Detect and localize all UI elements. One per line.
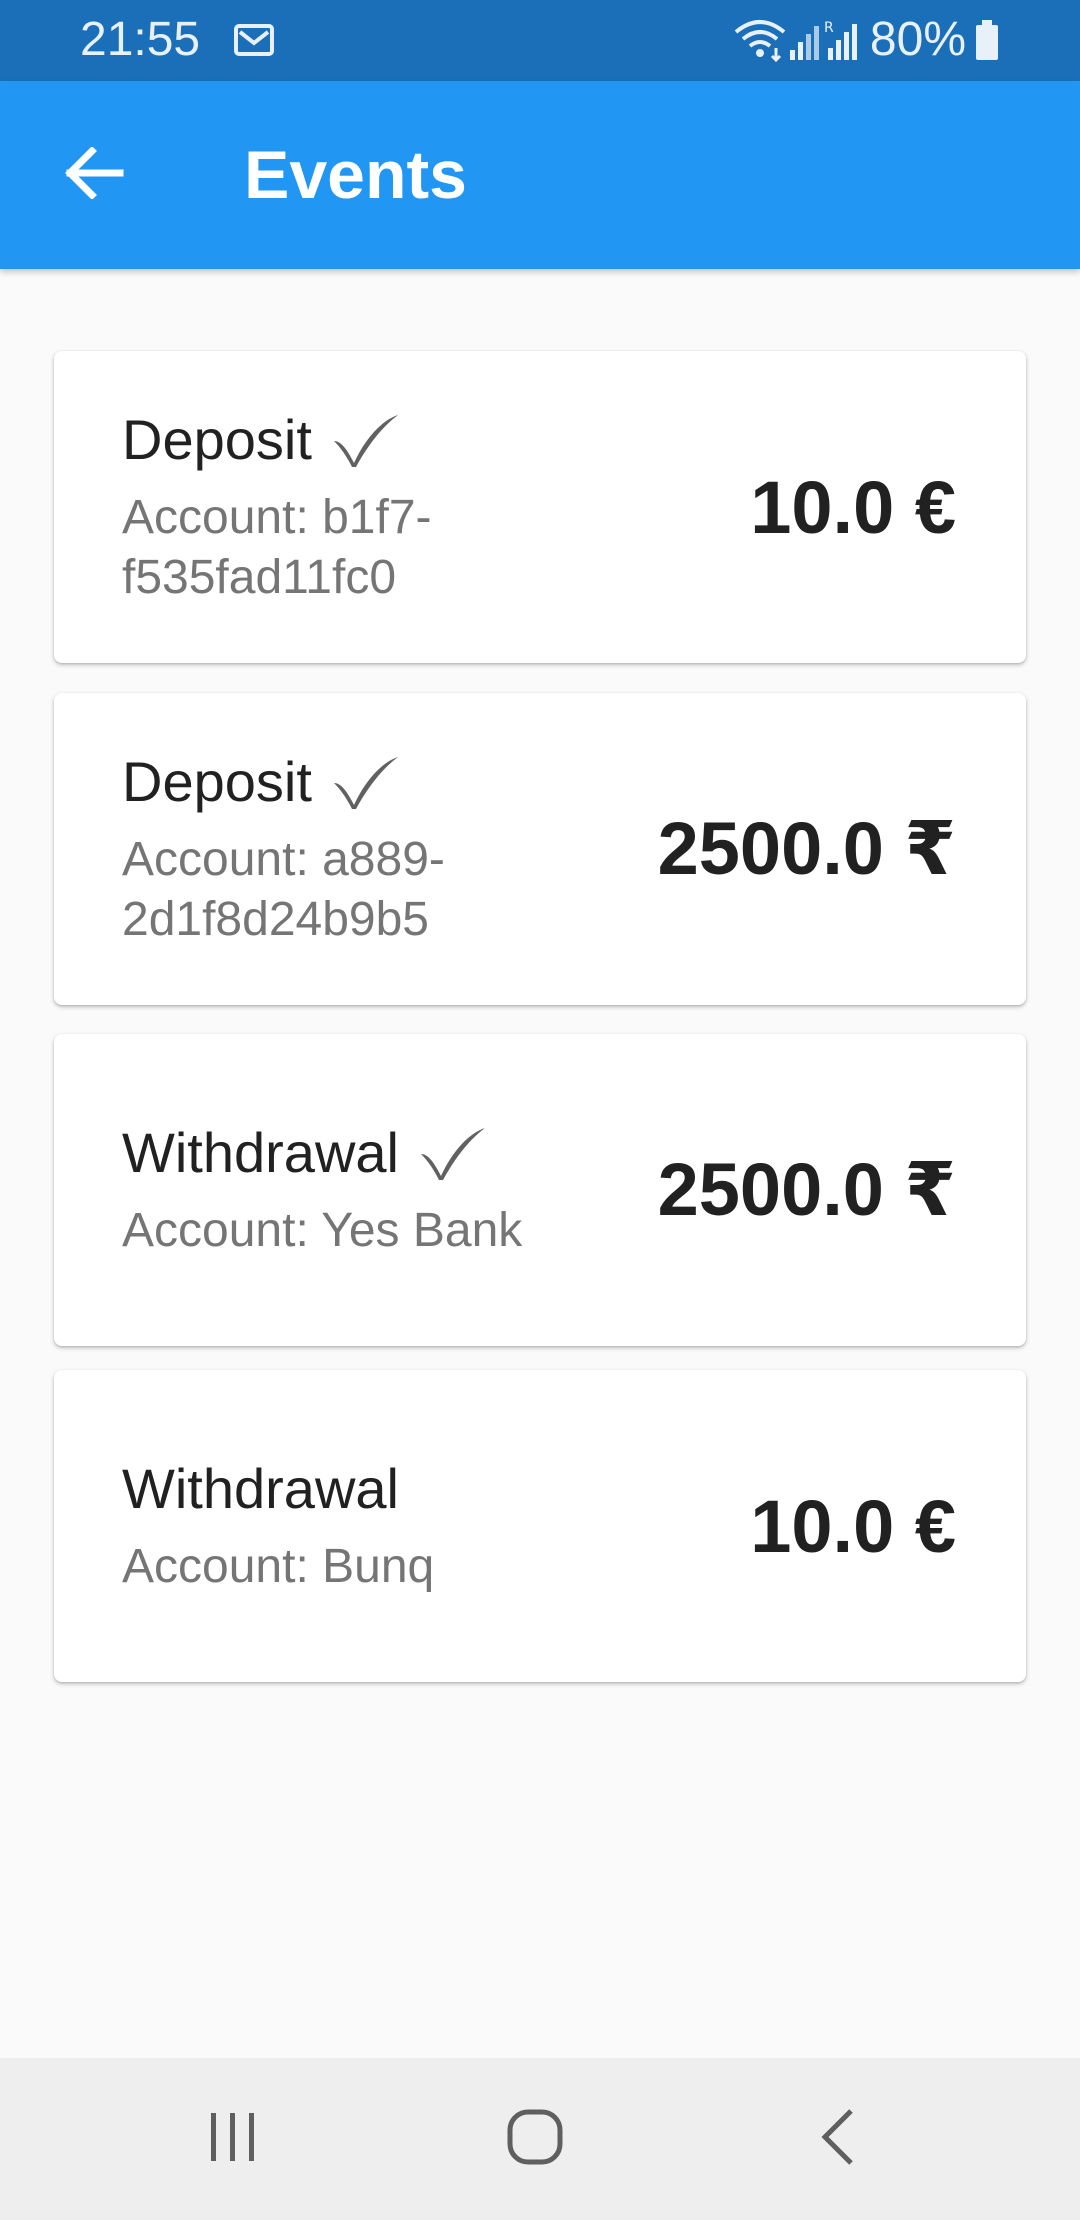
recent-apps-button[interactable]: [188, 2094, 278, 2184]
event-card[interactable]: Deposit Account: b1f7-f535fad11fc0 10.0 …: [54, 351, 1026, 663]
event-amount: 2500.0 ₹: [657, 1148, 956, 1231]
event-info: Deposit Account: b1f7-f535fad11fc0: [122, 351, 606, 663]
status-time: 21:55: [80, 13, 201, 66]
event-amount: 10.0 €: [750, 465, 956, 549]
page-title: Events: [244, 137, 467, 213]
event-card[interactable]: Withdrawal Account: Yes Bank 2500.0 ₹: [54, 1034, 1026, 1346]
home-icon: [505, 2107, 565, 2172]
event-type: Deposit: [122, 408, 312, 471]
event-info: Deposit Account: a889-2d1f8d24b9b5: [122, 693, 606, 1005]
event-title-row: Withdrawal: [122, 1455, 606, 1523]
system-nav-bar: [0, 2058, 1080, 2220]
event-info: Withdrawal Account: Yes Bank: [122, 1034, 606, 1346]
event-card[interactable]: Withdrawal Account: Bunq 10.0 €: [54, 1370, 1026, 1682]
event-account: Account: Yes Bank: [122, 1204, 523, 1257]
event-title-row: Deposit: [122, 748, 606, 816]
checkmark-icon: [330, 753, 400, 811]
svg-text:R: R: [824, 20, 834, 36]
nav-back-button[interactable]: [792, 2094, 882, 2184]
event-account: Account: b1f7-f535fad11fc0: [122, 491, 432, 604]
event-type: Withdrawal: [122, 1121, 399, 1184]
recent-apps-icon: [205, 2109, 261, 2170]
mail-icon: [234, 24, 274, 61]
arrow-back-icon: [64, 145, 124, 204]
status-bar: 21:55 R 80%: [0, 0, 1080, 81]
event-type: Withdrawal: [122, 1457, 399, 1520]
signal-icon: [788, 18, 822, 62]
back-icon: [815, 2107, 859, 2172]
checkmark-icon: [417, 1124, 487, 1182]
back-button[interactable]: [52, 133, 136, 217]
status-icons: R 80%: [732, 14, 1000, 66]
event-title-row: Deposit: [122, 406, 606, 474]
home-button[interactable]: [490, 2094, 580, 2184]
event-amount: 2500.0 ₹: [657, 807, 956, 890]
battery-icon: [974, 18, 1000, 62]
event-title-row: Withdrawal: [122, 1119, 606, 1187]
event-card[interactable]: Deposit Account: a889-2d1f8d24b9b5 2500.…: [54, 693, 1026, 1005]
checkmark-icon: [330, 411, 400, 469]
event-account: Account: Bunq: [122, 1540, 435, 1593]
event-info: Withdrawal Account: Bunq: [122, 1370, 606, 1682]
app-bar: Events: [0, 81, 1080, 269]
event-type: Deposit: [122, 750, 312, 813]
wifi-icon: [732, 18, 788, 62]
event-account: Account: a889-2d1f8d24b9b5: [122, 833, 445, 946]
signal-roaming-icon: R: [822, 18, 864, 62]
battery-percent: 80%: [869, 13, 966, 66]
event-amount: 10.0 €: [750, 1484, 956, 1568]
